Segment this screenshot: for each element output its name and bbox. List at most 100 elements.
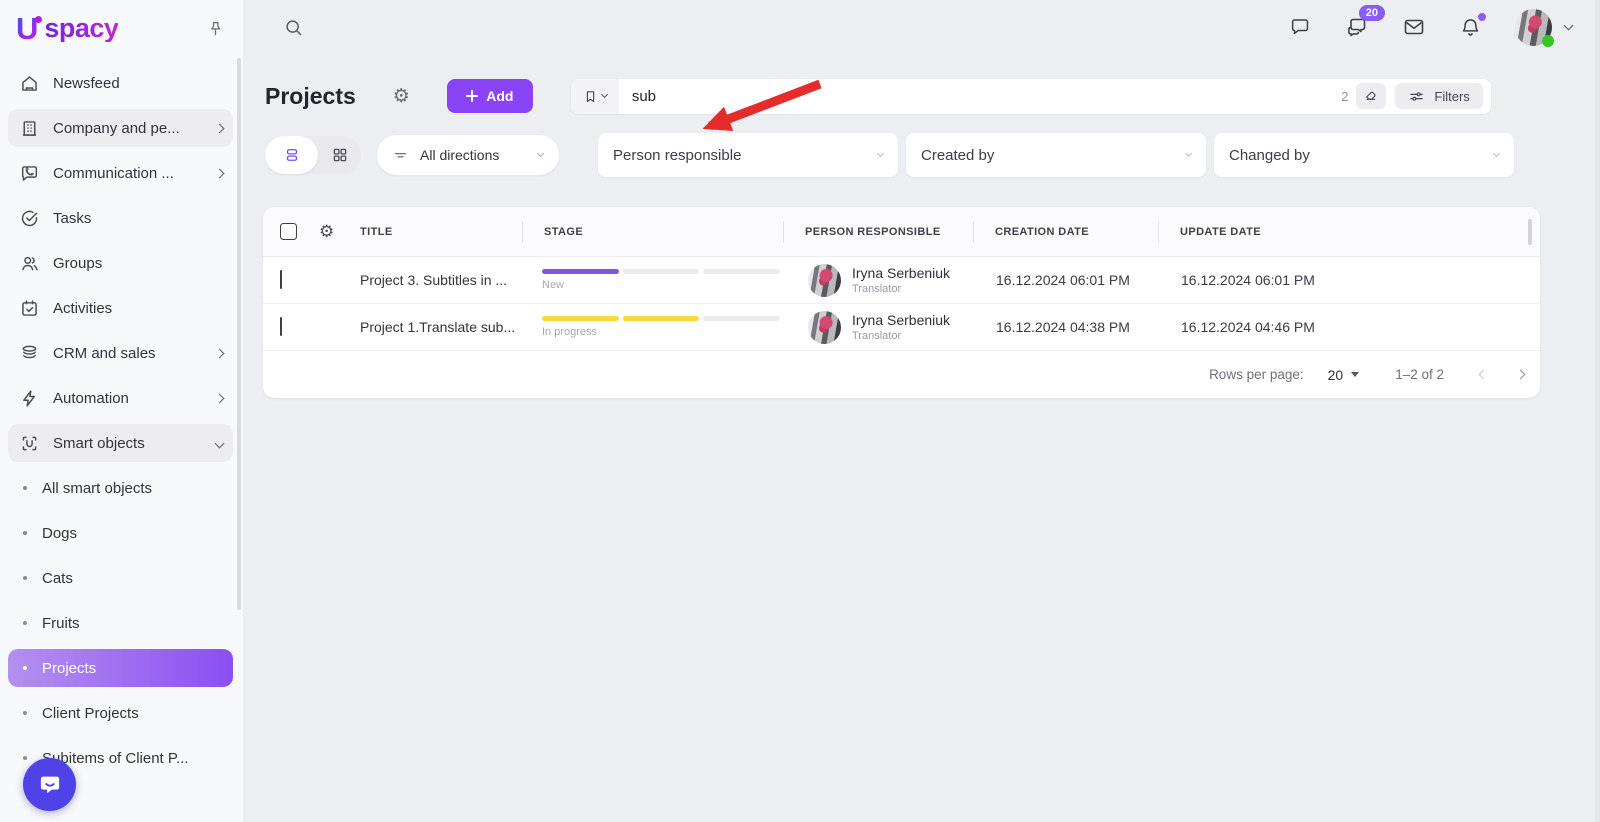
logo-text: spacy xyxy=(44,12,119,43)
chevron-right-icon xyxy=(214,164,225,182)
comment-icon xyxy=(1289,16,1312,39)
filters-button[interactable]: Filters xyxy=(1395,83,1483,109)
row-checkbox[interactable] xyxy=(280,317,282,336)
sidebar-subitem-client-projects[interactable]: Client Projects xyxy=(8,694,233,732)
person-responsible-select[interactable]: Person responsible xyxy=(598,133,898,177)
user-avatar[interactable] xyxy=(1515,8,1554,47)
sidebar-item-communication[interactable]: Communication ... xyxy=(8,154,233,192)
search-bar: 2 Filters xyxy=(570,78,1491,114)
sidebar-item-groups[interactable]: Groups xyxy=(8,244,233,282)
project-title[interactable]: Project 3. Subtitles in ... xyxy=(356,272,522,288)
uspacy-logo-icon[interactable]: U xyxy=(16,13,43,44)
gear-icon: ⚙ xyxy=(319,222,335,241)
select-all-checkbox[interactable] xyxy=(280,223,297,240)
account-menu[interactable] xyxy=(1515,8,1574,47)
next-page-button[interactable] xyxy=(1515,369,1526,380)
sidebar-item-activities[interactable]: Activities xyxy=(8,289,233,327)
stage-progress-bar xyxy=(542,316,781,321)
support-chat-button[interactable] xyxy=(23,758,76,811)
gear-icon: ⚙ xyxy=(392,85,410,107)
chat-phone-icon xyxy=(18,162,40,184)
stage-cell[interactable]: In progress xyxy=(522,316,783,338)
column-header-person[interactable]: PERSON RESPONSIBLE xyxy=(783,220,973,243)
previous-page-button[interactable] xyxy=(1478,369,1489,380)
changed-by-select[interactable]: Changed by xyxy=(1214,133,1514,177)
column-settings-button[interactable]: ⚙ xyxy=(319,223,334,240)
window-scrollbar[interactable] xyxy=(1595,0,1600,822)
person-cell[interactable]: Iryna Serbeniuk Translator xyxy=(783,263,973,297)
rows-per-page-select[interactable]: 20 xyxy=(1328,367,1360,383)
sidebar-subitem-dogs[interactable]: Dogs xyxy=(8,514,233,552)
sidebar-subitem-projects[interactable]: Projects xyxy=(8,649,233,687)
list-view-button[interactable] xyxy=(265,136,318,174)
stage-progress-bar xyxy=(542,269,781,274)
chevron-right-icon xyxy=(214,389,225,407)
sidebar-scrollbar[interactable] xyxy=(237,58,241,610)
home-icon xyxy=(18,72,40,94)
task-check-icon xyxy=(18,207,40,229)
creation-date: 16.12.2024 04:38 PM xyxy=(996,319,1130,335)
column-header-update-date[interactable]: UPDATE DATE xyxy=(1158,220,1540,243)
person-role: Translator xyxy=(852,330,902,342)
search-input[interactable] xyxy=(618,78,1342,114)
direction-filter-select[interactable]: All directions xyxy=(377,135,559,175)
building-icon xyxy=(18,117,40,139)
main-area: 20 Projects ⚙ Add sub 2 Filters All dire… xyxy=(243,0,1600,822)
list-view-icon xyxy=(283,146,301,164)
mail-button[interactable] xyxy=(1402,15,1426,39)
row-checkbox[interactable] xyxy=(280,270,282,289)
page-settings-button[interactable]: ⚙ xyxy=(393,87,410,106)
sidebar-subitem-label: Cats xyxy=(42,569,73,587)
sidebar-subitem-fruits[interactable]: Fruits xyxy=(8,604,233,642)
sidebar-item-label: Smart objects xyxy=(53,434,145,452)
sidebar-item-newsfeed[interactable]: Newsfeed xyxy=(8,64,233,102)
notifications-button[interactable] xyxy=(1459,12,1486,39)
sidebar-item-company-and-people[interactable]: Company and pe... xyxy=(8,109,233,147)
view-toggle xyxy=(265,136,361,174)
sidebar-item-automation[interactable]: Automation xyxy=(8,379,233,417)
grid-view-button[interactable] xyxy=(318,136,361,174)
bullet-icon xyxy=(23,666,27,670)
update-date: 16.12.2024 06:01 PM xyxy=(1181,272,1315,288)
projects-page: Projects ⚙ Add 2 Filters xyxy=(243,54,1600,398)
sidebar-subitem-label: All smart objects xyxy=(42,479,153,497)
sidebar-item-smart-objects[interactable]: Smart objects xyxy=(8,424,233,462)
comments-button[interactable] xyxy=(1289,16,1312,39)
logo-row: U spacy xyxy=(0,0,243,56)
person-responsible-label: Person responsible xyxy=(613,146,742,164)
stage-label: New xyxy=(542,279,565,291)
table-row[interactable]: Project 1.Translate sub... In progress I… xyxy=(263,304,1540,351)
sidebar-subitem-all-smart-objects[interactable]: All smart objects xyxy=(8,469,233,507)
page-title: Projects xyxy=(265,82,356,109)
add-button[interactable]: Add xyxy=(446,79,533,113)
chevron-right-icon xyxy=(214,344,225,362)
sidebar-subitem-cats[interactable]: Cats xyxy=(8,559,233,597)
messenger-button[interactable]: 20 xyxy=(1345,5,1385,39)
chevron-down-icon xyxy=(876,149,885,158)
bullet-icon xyxy=(23,621,27,625)
sidebar-item-label: Automation xyxy=(53,389,129,407)
support-chat-icon xyxy=(36,771,64,799)
saved-search-button[interactable] xyxy=(570,78,619,114)
column-header-stage[interactable]: STAGE xyxy=(522,220,783,243)
sidebar-subitem-label: Fruits xyxy=(42,614,80,632)
global-search-button[interactable] xyxy=(283,17,304,38)
table-row[interactable]: Project 3. Subtitles in ... New Iryna Se… xyxy=(263,257,1540,304)
column-header-title[interactable]: TITLE xyxy=(356,221,522,243)
stage-cell[interactable]: New xyxy=(522,269,783,291)
sidebar-item-tasks[interactable]: Tasks xyxy=(8,199,233,237)
column-header-creation-date[interactable]: CREATION DATE xyxy=(973,220,1158,243)
project-title[interactable]: Project 1.Translate sub... xyxy=(356,319,522,335)
topbar-actions: 20 xyxy=(1289,5,1574,47)
sidebar-item-crm-and-sales[interactable]: CRM and sales xyxy=(8,334,233,372)
pin-sidebar-button[interactable] xyxy=(206,19,225,38)
bullet-icon xyxy=(23,711,27,715)
clear-search-button[interactable] xyxy=(1356,83,1387,109)
sidebar-item-label: Company and pe... xyxy=(53,119,180,137)
pin-icon xyxy=(206,19,225,38)
person-cell[interactable]: Iryna Serbeniuk Translator xyxy=(783,310,973,344)
chevron-down-icon xyxy=(214,434,225,452)
table-scrollbar[interactable] xyxy=(1528,219,1532,245)
person-avatar xyxy=(808,263,841,297)
created-by-select[interactable]: Created by xyxy=(906,133,1206,177)
